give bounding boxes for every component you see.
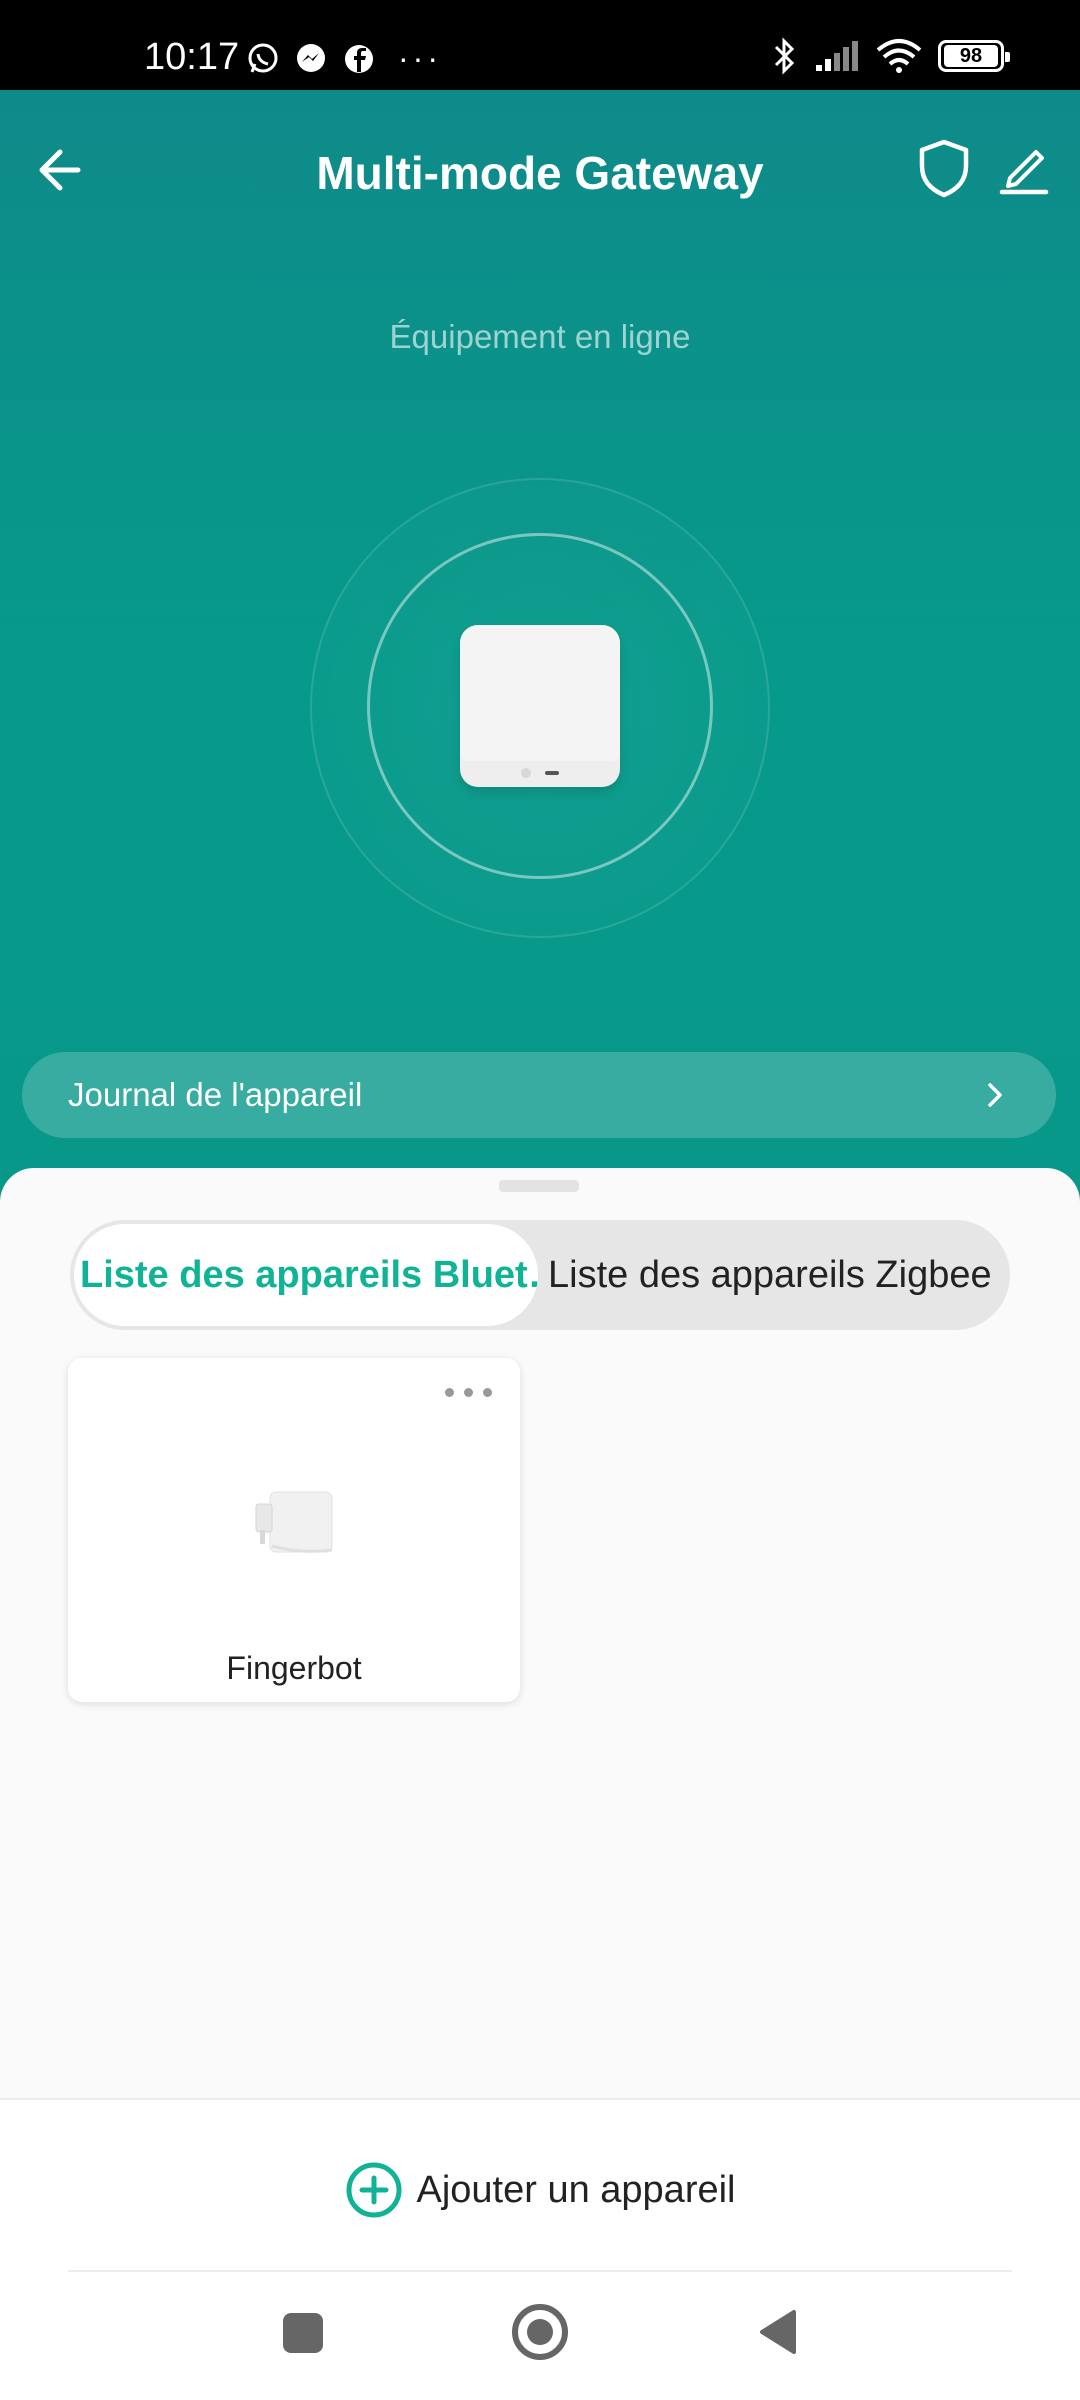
status-bar: 10:17 ··· 98 [0,0,1080,90]
home-button[interactable] [512,2304,568,2360]
wifi-icon [876,39,922,73]
device-log-label: Journal de l'appareil [68,1076,363,1113]
recents-button[interactable] [283,2313,323,2353]
online-status: Équipement en ligne [389,318,691,355]
add-device-label: Ajouter un appareil [416,2168,736,2211]
device-list-sheet: Liste des appareils Bluet… Liste des app… [0,1168,1080,2098]
notification-icons: ··· [246,40,442,77]
system-back-icon[interactable] [756,2308,798,2356]
tab-zigbee-devices[interactable]: Liste des appareils Zigbee [548,1224,1006,1326]
plus-circle-icon [346,2162,401,2218]
status-time: 10:17 [144,36,240,78]
sheet-drag-handle[interactable] [499,1180,579,1192]
device-card[interactable]: Fingerbot [68,1358,520,1702]
fingerbot-image [255,1491,333,1553]
system-nav-bar [0,2292,1080,2382]
messenger-icon [297,43,325,72]
tab-bluetooth-devices[interactable]: Liste des appareils Bluet… [74,1224,538,1326]
more-dots-icon: ··· [398,40,442,76]
footer: Ajouter un appareil [0,2098,1080,2400]
facebook-icon [345,44,373,73]
system-icons: 98 [772,36,1010,76]
gateway-image [460,625,620,787]
whatsapp-icon [248,43,278,73]
chevron-right-icon [988,1083,1002,1107]
battery-icon: 98 [938,40,1010,72]
device-name: Fingerbot [226,1650,362,1686]
shield-icon[interactable] [916,138,972,198]
more-options-icon[interactable] [445,1388,492,1397]
device-log-row[interactable]: Journal de l'appareil [22,1052,1056,1138]
device-list-tabs: Liste des appareils Bluet… Liste des app… [70,1220,1010,1330]
footer-divider [68,2270,1012,2272]
bluetooth-icon [774,37,795,75]
signal-icon [816,41,858,71]
add-device-button[interactable]: Ajouter un appareil [0,2160,1080,2220]
device-header: Multi-mode Gateway Équipement en ligne J… [0,90,1080,1210]
edit-pencil-icon[interactable] [996,140,1052,196]
battery-level: 98 [944,45,998,67]
